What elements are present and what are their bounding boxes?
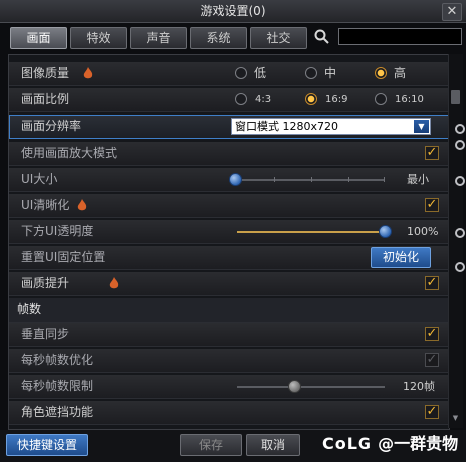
opacity-fill[interactable]: [237, 231, 387, 233]
ui-size-label: UI大小: [21, 172, 58, 186]
occlusion-checkbox[interactable]: ✓: [425, 405, 439, 419]
fps-limit-track[interactable]: [237, 386, 385, 388]
ui-sharpen-checkbox[interactable]: ✓: [425, 198, 439, 212]
ui-sharpen-label: UI清晰化: [21, 198, 70, 212]
row-ui-sharpen: UI清晰化 ✓: [9, 194, 449, 218]
save-button[interactable]: 保存: [180, 434, 242, 456]
settings-panel: 图像质量 低 中 高 画面比例 4:3 16:9 16:10 画面分辨率 窗口模…: [8, 54, 450, 430]
zoom-mode-checkbox[interactable]: ✓: [425, 146, 439, 160]
row-resolution: 画面分辨率 窗口模式 1280x720 ▼: [9, 115, 449, 139]
scroll-down-arrow-icon[interactable]: ▼: [451, 414, 460, 423]
row-bottom-ui-opacity: 下方UI透明度 100%: [9, 220, 449, 244]
zoom-mode-label: 使用画面放大模式: [21, 146, 118, 160]
opacity-knob[interactable]: [379, 225, 392, 238]
row-aspect-ratio: 画面比例 4:3 16:9 16:10: [9, 88, 449, 112]
vsync-label: 垂直同步: [21, 327, 70, 341]
cancel-button[interactable]: 取消: [246, 434, 300, 456]
row-occlusion: 角色遮挡功能 ✓: [9, 401, 449, 425]
quality-mid-label: 中: [324, 66, 337, 80]
row-quality-boost: 画质提升 ✓: [9, 272, 449, 296]
resolution-value: 窗口模式 1280x720: [235, 120, 338, 133]
close-button[interactable]: ✕: [442, 3, 462, 21]
ratio-16-9-radio[interactable]: [305, 93, 317, 105]
image-quality-label: 图像质量: [21, 66, 70, 80]
tab-sound[interactable]: 声音: [130, 27, 187, 49]
row-image-quality: 图像质量 低 中 高: [9, 62, 449, 86]
resolution-select[interactable]: 窗口模式 1280x720 ▼: [231, 118, 431, 135]
quality-low-label: 低: [254, 66, 267, 80]
watermark: CoLG @一群贵物: [322, 430, 466, 458]
reset-ui-label: 重置UI固定位置: [21, 250, 106, 264]
fps-limit-knob[interactable]: [288, 380, 301, 393]
tab-system[interactable]: 系统: [190, 27, 247, 49]
slider-tick: [348, 177, 349, 182]
section-fps: 帧数: [9, 298, 449, 323]
quality-boost-checkbox[interactable]: ✓: [425, 276, 439, 290]
ratio-4-3-label: 4:3: [255, 94, 272, 105]
search-icon[interactable]: [313, 28, 331, 46]
fps-limit-label: 每秒帧数限制: [21, 379, 94, 393]
slider-tick: [311, 177, 312, 182]
ui-size-knob[interactable]: [229, 173, 242, 186]
fps-limit-value: 120帧: [403, 380, 435, 393]
ratio-16-10-radio[interactable]: [375, 93, 387, 105]
quality-low-radio[interactable]: [235, 67, 247, 79]
flame-icon: [109, 277, 119, 289]
side-gear-icon: [455, 124, 465, 134]
fps-section-label: 帧数: [17, 302, 42, 316]
watermark-text: @一群贵物: [378, 434, 459, 453]
fps-optimize-label: 每秒帧数优化: [21, 353, 94, 367]
quick-key-button[interactable]: 快捷键设置: [6, 434, 88, 456]
row-fps-limit: 每秒帧数限制 120帧: [9, 375, 449, 399]
side-gear-icon: [455, 262, 465, 272]
quality-high-label: 高: [394, 66, 407, 80]
slider-tick: [274, 177, 275, 182]
quality-mid-radio[interactable]: [305, 67, 317, 79]
side-gear-icon: [455, 228, 465, 238]
search-input[interactable]: [338, 28, 462, 45]
scroll-thumb[interactable]: [451, 90, 460, 104]
opacity-value: 100%: [407, 225, 439, 238]
flame-icon: [83, 67, 93, 79]
slider-tick: [384, 177, 385, 182]
tab-effects[interactable]: 特效: [70, 27, 127, 49]
resolution-label: 画面分辨率: [21, 119, 82, 133]
row-zoom-mode: 使用画面放大模式 ✓: [9, 142, 449, 166]
fps-optimize-checkbox: ✓: [425, 352, 439, 367]
title-bar: 游戏设置(0) ✕: [0, 0, 466, 23]
ratio-4-3-radio[interactable]: [235, 93, 247, 105]
watermark-logo: CoLG: [322, 434, 373, 453]
ratio-16-9-label: 16:9: [325, 94, 348, 105]
window-title: 游戏设置(0): [200, 4, 266, 18]
scrollbar[interactable]: ▼: [448, 54, 463, 428]
ratio-16-10-label: 16:10: [395, 94, 424, 105]
row-vsync: 垂直同步 ✓: [9, 323, 449, 347]
flame-icon: [77, 199, 87, 211]
reset-button[interactable]: 初始化: [371, 247, 431, 268]
quality-boost-label: 画质提升: [21, 276, 70, 290]
tab-graphics[interactable]: 画面: [10, 27, 67, 49]
tab-social[interactable]: 社交: [250, 27, 307, 49]
bottom-ui-opacity-label: 下方UI透明度: [21, 224, 94, 238]
occlusion-label: 角色遮挡功能: [21, 405, 94, 419]
side-gear-icon: [455, 140, 465, 150]
quality-high-radio[interactable]: [375, 67, 387, 79]
ui-size-value: 最小: [407, 173, 429, 186]
chevron-down-icon[interactable]: ▼: [414, 120, 429, 133]
side-gear-icon: [455, 176, 465, 186]
vsync-checkbox[interactable]: ✓: [425, 327, 439, 341]
tab-bar: 画面 特效 声音 系统 社交: [0, 24, 466, 50]
row-fps-optimize: 每秒帧数优化 ✓: [9, 349, 449, 373]
aspect-ratio-label: 画面比例: [21, 92, 70, 106]
row-ui-size: UI大小 最小: [9, 168, 449, 192]
row-reset-ui: 重置UI固定位置 初始化: [9, 246, 449, 270]
